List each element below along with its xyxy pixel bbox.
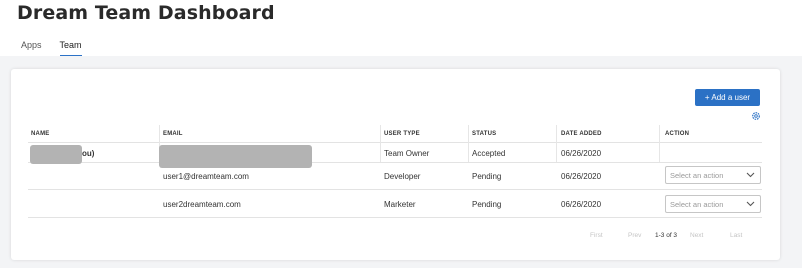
team-card: + Add a user NAME EMAIL USER TYPE STATUS… [11,69,780,260]
column-header-status: STATUS [472,131,497,137]
chevron-down-icon [746,172,755,178]
action-select-placeholder: Select an action [670,200,724,209]
column-header-name: NAME [31,131,50,137]
column-header-user-type: USER TYPE [384,131,420,137]
column-divider [468,125,469,162]
column-divider [659,125,660,162]
pagination-last[interactable]: Last [730,232,742,239]
redaction-block [159,145,312,168]
pagination-first[interactable]: First [590,232,603,239]
row-divider [28,217,762,218]
column-header-date-added: DATE ADDED [561,131,602,137]
row-divider [28,162,762,163]
header-divider [28,142,762,143]
column-header-action: ACTION [665,131,690,137]
action-select[interactable]: Select an action [665,166,761,184]
user-status: Pending [472,172,502,181]
user-name: ou) [82,149,95,158]
redaction-block [30,145,82,164]
user-type: Developer [384,172,421,181]
add-user-button[interactable]: + Add a user [695,89,760,106]
user-email: user1@dreamteam.com [163,172,249,181]
column-divider [556,125,557,162]
user-date-added: 06/26/2020 [561,149,602,158]
user-date-added: 06/26/2020 [561,200,602,209]
column-header-email: EMAIL [163,131,183,137]
pagination-next[interactable]: Next [690,232,703,239]
row-divider [28,189,762,190]
user-date-added: 06/26/2020 [561,172,602,181]
column-divider [380,125,381,162]
action-select-placeholder: Select an action [670,171,724,180]
tab-apps[interactable]: Apps [21,40,42,57]
action-select[interactable]: Select an action [665,195,761,213]
gear-icon[interactable] [751,111,761,121]
tab-team[interactable]: Team [59,40,82,57]
pagination-count: 1-3 of 3 [655,232,678,239]
pagination-prev[interactable]: Prev [628,232,641,239]
user-status: Accepted [472,149,506,158]
user-type: Team Owner [384,149,430,158]
chevron-down-icon [746,201,755,207]
user-type: Marketer [384,200,416,209]
tab-bar: Apps Team [21,40,100,57]
user-email: user2dreamteam.com [163,200,241,209]
page-title: Dream Team Dashboard [17,2,275,24]
user-status: Pending [472,200,502,209]
